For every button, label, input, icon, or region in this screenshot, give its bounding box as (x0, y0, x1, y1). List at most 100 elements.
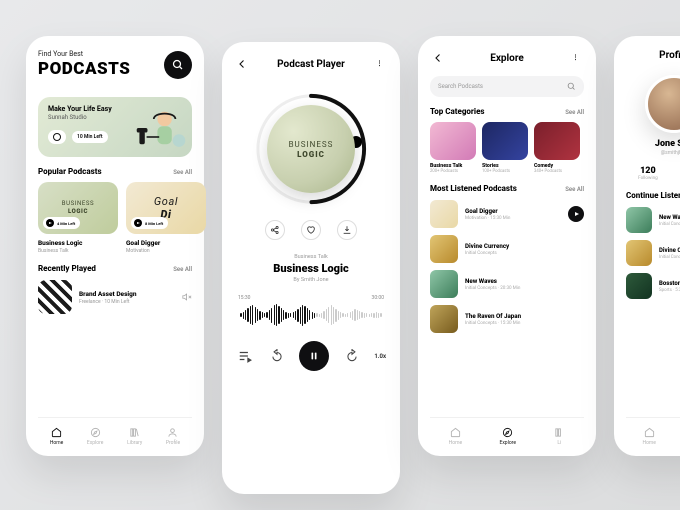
track-category: Business Talk (234, 254, 388, 260)
play-icon (134, 219, 142, 227)
home-icon (450, 427, 461, 438)
back-button[interactable] (234, 56, 250, 72)
play-icon (46, 219, 54, 227)
play-pill[interactable]: 4 Min Left (43, 217, 80, 229)
avatar[interactable] (645, 75, 680, 133)
list-item[interactable]: Goal DiggerMotivation · 15:30 Min (430, 200, 584, 228)
nav-home[interactable]: Home (449, 426, 462, 446)
categories-see-all[interactable]: See All (565, 109, 584, 116)
more-button[interactable]: ⋮ (568, 50, 584, 66)
play-pill[interactable]: 8 Min Left (131, 217, 168, 229)
list-item[interactable]: Divine CurrencyInitial Concepts (430, 235, 584, 263)
bottom-nav: Home Explore Library Profile (38, 417, 192, 446)
nav-explore[interactable]: Explore (87, 426, 104, 446)
list-item-title: Brand Asset Design (79, 290, 137, 298)
playlist-button[interactable] (236, 347, 254, 365)
card-title: Goal Digger (126, 239, 206, 247)
library-icon (554, 427, 565, 438)
podcast-card[interactable]: BUSINESSLOGIC 4 Min Left Business Logic … (38, 182, 118, 254)
banner-time-chip: 10 Min Left (72, 131, 108, 143)
list-item[interactable]: Bosston CSports · 5:30 M (626, 273, 680, 299)
list-item[interactable]: The Raven Of JapanInitial Concepts · 15:… (430, 305, 584, 333)
continue-heading: Continue Listening (626, 191, 680, 200)
card-category: Business Talk (38, 248, 118, 254)
download-button[interactable] (337, 220, 357, 240)
share-icon (270, 225, 280, 235)
rewind-icon (270, 349, 284, 363)
card-title: Business Logic (38, 239, 118, 247)
top-categories-heading: Top Categories (430, 107, 485, 116)
home-icon (644, 427, 655, 438)
search-input[interactable]: Search Podcasts (430, 76, 584, 97)
nav-home[interactable]: Home (50, 426, 63, 446)
more-button[interactable]: ⋮ (372, 56, 388, 72)
mute-icon[interactable] (182, 292, 192, 302)
pause-icon (309, 351, 319, 361)
bottom-nav: Home Explore (626, 417, 680, 446)
category-card[interactable]: Comedy340+ Podcasts (534, 122, 580, 174)
recent-heading: Recently Played (38, 264, 96, 273)
download-icon (342, 225, 352, 235)
page-title: Explore (490, 53, 524, 64)
podcast-card[interactable]: GoalDi 8 Min Left Goal Digger Motivation (126, 182, 206, 254)
list-item-meta: Freelance · 10 Min Left (79, 299, 137, 305)
speed-button[interactable]: 1.0x (374, 353, 386, 360)
nav-profile[interactable]: Profile (166, 426, 180, 446)
track-author: By Smith Jone (234, 277, 388, 283)
back-button[interactable] (430, 50, 446, 66)
screen-profile: Profile Jone Smi @smithjhon 120Following… (614, 36, 680, 456)
pause-button[interactable] (299, 341, 329, 371)
waveform[interactable] (234, 303, 388, 327)
play-button[interactable] (568, 206, 584, 222)
most-see-all[interactable]: See All (565, 186, 584, 193)
search-icon (172, 59, 184, 71)
banner-wave-chip[interactable] (48, 130, 66, 144)
stat-following[interactable]: 120Following (638, 166, 658, 181)
category-card[interactable]: Business Talk200+ Podcasts (430, 122, 476, 174)
search-button[interactable] (164, 51, 192, 79)
card-category: Motivation (126, 248, 206, 254)
more-icon: ⋮ (572, 55, 579, 61)
nav-library[interactable]: Library (127, 426, 142, 446)
page-title: Podcast Player (277, 59, 345, 70)
album-art: BUSINESSLOGIC (267, 105, 355, 193)
popular-see-all[interactable]: See All (173, 169, 192, 176)
track-title: Business Logic (234, 262, 388, 275)
banner-illustration-icon (134, 101, 188, 151)
time-total: 30:00 (372, 295, 384, 301)
featured-banner[interactable]: Make Your Life Easy Sunnah Studio 10 Min… (38, 97, 192, 157)
nav-explore[interactable]: Explore (499, 426, 516, 446)
progress-ring[interactable]: BUSINESSLOGIC (252, 90, 370, 208)
like-button[interactable] (301, 220, 321, 240)
screen-player: Podcast Player ⋮ BUSINESSLOGIC Business … (222, 42, 400, 494)
profile-handle: @smithjhon (626, 150, 680, 156)
rewind-button[interactable] (268, 347, 286, 365)
arrow-left-icon (432, 52, 444, 64)
search-placeholder: Search Podcasts (438, 83, 483, 90)
home-title: PODCASTS (38, 59, 130, 79)
forward-button[interactable] (343, 347, 361, 365)
list-thumb (38, 280, 72, 314)
arrow-left-icon (236, 58, 248, 70)
list-item[interactable]: Brand Asset Design Freelance · 10 Min Le… (38, 280, 192, 314)
nav-home[interactable]: Home (643, 426, 656, 446)
forward-icon (345, 349, 359, 363)
compass-icon (90, 427, 101, 438)
popular-heading: Popular Podcasts (38, 167, 102, 176)
list-item[interactable]: Divine CurInitial Concepts (626, 240, 680, 266)
more-icon: ⋮ (376, 61, 383, 67)
time-elapsed: 15:30 (238, 295, 250, 301)
home-icon (51, 427, 62, 438)
list-item[interactable]: New WavesInitial Concepts (626, 207, 680, 233)
home-eyebrow: Find Your Best (38, 50, 130, 58)
category-card[interactable]: Stories100+ Podcasts (482, 122, 528, 174)
share-button[interactable] (265, 220, 285, 240)
recent-see-all[interactable]: See All (173, 266, 192, 273)
user-icon (167, 427, 178, 438)
heart-icon (306, 225, 316, 235)
most-listened-heading: Most Listened Podcasts (430, 184, 517, 193)
search-icon (567, 82, 576, 91)
list-item[interactable]: New WavesInitial Concepts · 20:30 Min (430, 270, 584, 298)
profile-name: Jone Smi (626, 139, 680, 149)
nav-library[interactable]: Li (553, 426, 565, 446)
